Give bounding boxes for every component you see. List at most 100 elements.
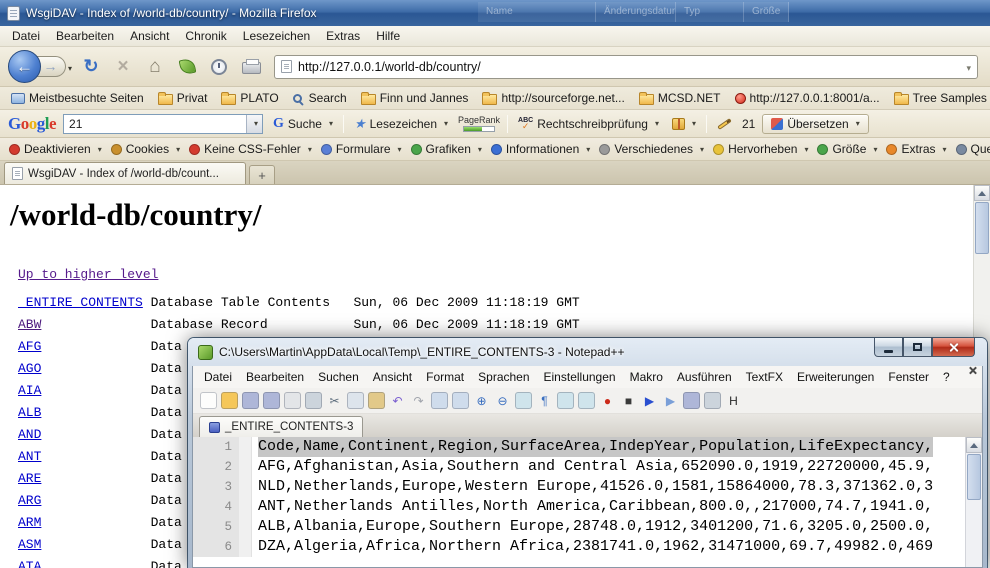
webdev-menu-item[interactable]: Informationen (487, 141, 594, 157)
webdev-menu-item[interactable]: Grafiken (407, 141, 486, 157)
record-macro-icon[interactable]: ● (599, 392, 616, 409)
back-button[interactable] (8, 50, 41, 83)
notepad-menu-item[interactable]: Fenster (881, 368, 936, 386)
history-dropdown-button[interactable] (66, 58, 72, 76)
new-tab-button[interactable] (249, 165, 275, 184)
menu-item[interactable]: Ansicht (122, 27, 177, 45)
zoom-out-icon[interactable]: ⊖ (494, 392, 511, 409)
bookmark-margin[interactable] (193, 497, 205, 517)
menu-item[interactable]: Lesezeichen (235, 27, 318, 45)
menu-item[interactable]: Chronik (177, 27, 234, 45)
undo-icon[interactable]: ↶ (389, 392, 406, 409)
editor-scroll-up-button[interactable] (966, 437, 982, 453)
print-button[interactable] (238, 54, 264, 80)
directory-entry-link[interactable]: AND (18, 427, 151, 442)
line-text[interactable]: Code,Name,Continent,Region,SurfaceArea,I… (258, 437, 933, 457)
cut-icon[interactable]: ✂ (326, 392, 343, 409)
redo-icon[interactable]: ↷ (410, 392, 427, 409)
show-all-chars-icon[interactable]: ¶ (536, 392, 553, 409)
directory-entry-link[interactable]: AFG (18, 339, 151, 354)
directory-entry-link[interactable]: ATA (18, 559, 151, 568)
webdev-menu-item[interactable]: Formulare (317, 141, 406, 157)
find-icon[interactable] (431, 392, 448, 409)
fold-margin[interactable] (239, 537, 252, 557)
indent-guide-icon[interactable] (557, 392, 574, 409)
fold-margin[interactable] (239, 517, 252, 537)
directory-entry-link[interactable]: ARG (18, 493, 151, 508)
directory-entry-link[interactable]: ENTIRE CONTENTS (18, 295, 151, 310)
notepad-menu-item[interactable]: Einstellungen (537, 368, 623, 386)
print-icon[interactable] (305, 392, 322, 409)
line-text[interactable]: AFG,Afghanistan,Asia,Southern and Centra… (258, 457, 933, 477)
close-doc-icon[interactable] (284, 392, 301, 409)
replace-icon[interactable] (452, 392, 469, 409)
editor-scrollbar[interactable] (965, 437, 982, 567)
bookmark-margin[interactable] (193, 537, 205, 557)
play-macro-icon[interactable]: ▶ (641, 392, 658, 409)
line-text[interactable]: NLD,Netherlands,Europe,Western Europe,41… (258, 477, 933, 497)
menu-item[interactable]: Datei (4, 27, 48, 45)
notepad-menu-item[interactable]: Ausführen (670, 368, 739, 386)
line-text[interactable]: DZA,Algeria,Africa,Northern Africa,23817… (258, 537, 933, 557)
menu-item[interactable]: Bearbeiten (48, 27, 122, 45)
menu-item[interactable]: Extras (318, 27, 368, 45)
up-to-higher-level-link[interactable]: Up to higher level (18, 267, 158, 282)
fold-margin[interactable] (239, 437, 252, 457)
autofill-button[interactable] (669, 116, 699, 132)
google-bookmarks-button[interactable]: Lesezeichen (351, 114, 451, 134)
urlbar-dropdown-icon[interactable] (966, 60, 971, 74)
open-folder-icon[interactable] (221, 392, 238, 409)
save-macro-icon[interactable] (683, 392, 700, 409)
stop-button[interactable] (110, 54, 136, 80)
bookmark-item[interactable]: Search (287, 89, 353, 107)
directory-entry-link[interactable]: ASM (18, 537, 151, 552)
directory-entry-link[interactable]: ABW (18, 317, 151, 332)
address-bar[interactable]: http://127.0.0.1/world-db/country/ (274, 55, 978, 79)
bookmark-item[interactable]: PLATO (215, 89, 284, 107)
webdev-menu-item[interactable]: Hervorheben (709, 141, 812, 157)
directory-entry-link[interactable]: ARM (18, 515, 151, 530)
addon-button[interactable] (174, 54, 200, 80)
google-search-box[interactable]: 21 (63, 114, 263, 134)
zoom-in-icon[interactable]: ⊕ (473, 392, 490, 409)
scroll-up-button[interactable] (974, 185, 990, 201)
maximize-button[interactable] (903, 338, 932, 357)
bookmark-margin[interactable] (193, 477, 205, 497)
notepad-document-tab[interactable]: _ENTIRE_CONTENTS-3 (199, 416, 363, 437)
stop-record-icon[interactable]: ■ (620, 392, 637, 409)
word-wrap-icon[interactable] (515, 392, 532, 409)
browser-tab[interactable]: WsgiDAV - Index of /world-db/count... (4, 162, 246, 184)
bookmark-item[interactable]: Tree Samples (888, 89, 990, 107)
bookmark-item[interactable]: http://127.0.0.1:8001/a... (729, 89, 886, 107)
translate-button[interactable]: Übersetzen (762, 114, 868, 134)
directory-entry-link[interactable]: AIA (18, 383, 151, 398)
webdev-menu-item[interactable]: Quellte... (952, 141, 990, 157)
notepad-menu-item[interactable]: Format (419, 368, 471, 386)
editor-scrollbar-thumb[interactable] (967, 454, 981, 500)
save-icon[interactable] (242, 392, 259, 409)
pagerank-widget[interactable]: PageRank (458, 115, 500, 132)
line-text[interactable]: ANT,Netherlands Antilles,North America,C… (258, 497, 933, 517)
close-document-icon[interactable] (968, 366, 977, 375)
spellcheck-button[interactable]: ABC Rechtschreibprüfung (515, 115, 662, 133)
webdev-menu-item[interactable]: Keine CSS-Fehler (185, 141, 316, 157)
google-search-button[interactable]: G Suche (270, 114, 336, 134)
menu-item[interactable]: Hilfe (368, 27, 408, 45)
notepad-menu-item[interactable]: Suchen (311, 368, 366, 386)
new-file-icon[interactable] (200, 392, 217, 409)
close-button[interactable] (932, 338, 975, 357)
reload-button[interactable] (78, 54, 104, 80)
line-text[interactable]: ALB,Albania,Europe,Southern Europe,28748… (258, 517, 933, 537)
webdev-menu-item[interactable]: Extras (882, 141, 950, 157)
highlighter-button[interactable] (714, 120, 735, 128)
textfx-icon[interactable]: H (725, 392, 742, 409)
fold-margin[interactable] (239, 497, 252, 517)
paste-icon[interactable] (368, 392, 385, 409)
save-all-icon[interactable] (263, 392, 280, 409)
bookmark-margin[interactable] (193, 457, 205, 477)
history-clock-button[interactable] (206, 54, 232, 80)
directory-entry-link[interactable]: ANT (18, 449, 151, 464)
notepad-menu-item[interactable]: ? (936, 368, 957, 386)
notepad-menu-item[interactable]: Makro (623, 368, 670, 386)
webdev-menu-item[interactable]: Cookies (107, 141, 184, 157)
